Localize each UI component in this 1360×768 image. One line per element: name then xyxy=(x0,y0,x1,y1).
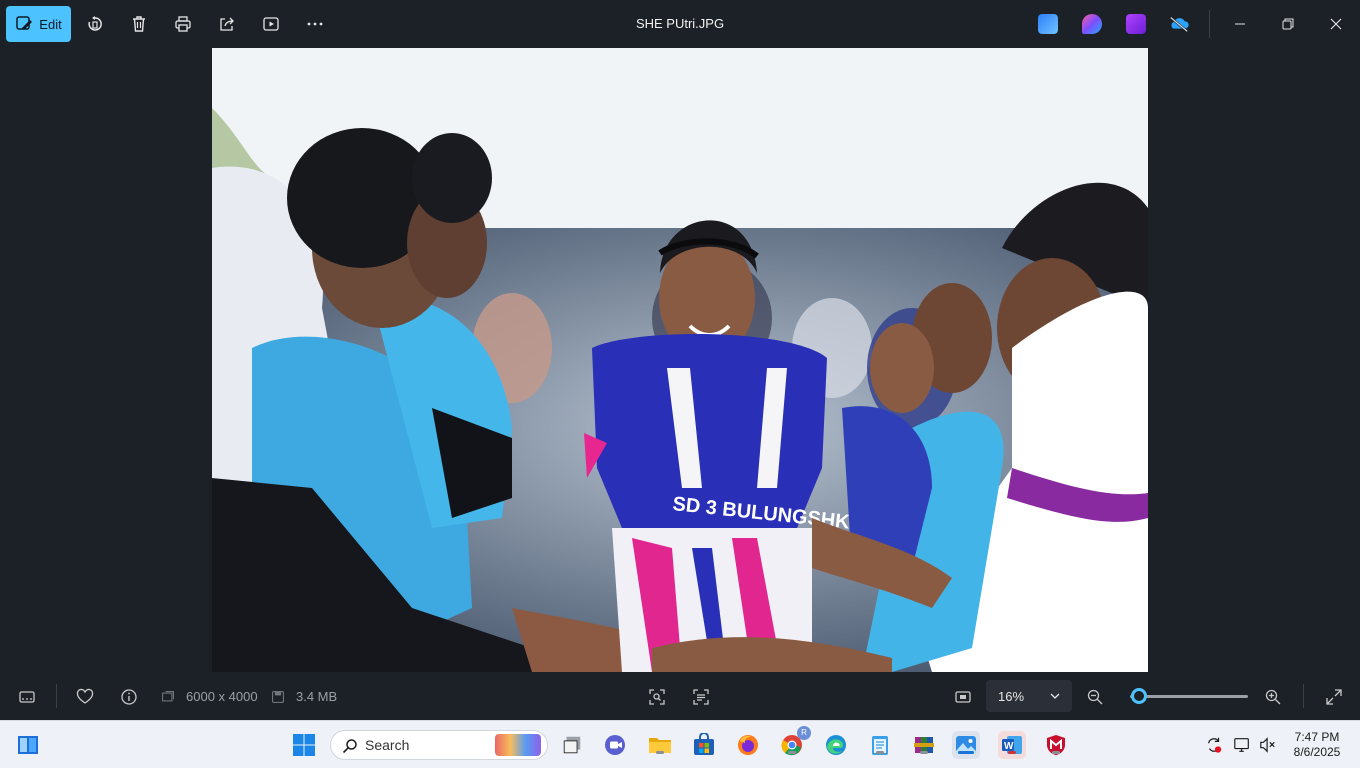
search-highlight-icon xyxy=(495,734,541,756)
zoom-slider-track[interactable] xyxy=(1130,695,1248,698)
fit-to-window-icon xyxy=(955,691,971,703)
zoom-in-button[interactable] xyxy=(1262,686,1284,708)
file-info-button[interactable] xyxy=(118,686,140,708)
photos-button[interactable] xyxy=(952,731,980,759)
search-placeholder: Search xyxy=(365,737,410,753)
image-canvas[interactable]: SD 3 BULUNGSHKRAN xyxy=(0,48,1360,672)
copilot-app-icon[interactable] xyxy=(1082,14,1102,34)
zoom-level-dropdown[interactable]: 16% xyxy=(986,680,1072,712)
filmstrip-button[interactable] xyxy=(16,686,38,708)
displayed-photo[interactable]: SD 3 BULUNGSHKRAN xyxy=(212,48,1148,672)
volume-muted-icon xyxy=(1260,737,1275,753)
dimensions-icon-wrap xyxy=(160,686,176,708)
volume-tray-button[interactable] xyxy=(1258,735,1278,755)
edge-button[interactable] xyxy=(822,731,850,759)
widgets-button[interactable] xyxy=(14,731,42,759)
favorite-button[interactable] xyxy=(74,686,96,708)
zoom-level-value: 16% xyxy=(998,688,1025,704)
taskbar: Search R W 7:47 PM 8/6/2025 xyxy=(0,720,1360,768)
maximize-button[interactable] xyxy=(1276,12,1300,36)
taskbar-search-input[interactable]: Search xyxy=(330,730,548,760)
clipchamp-app-icon[interactable] xyxy=(1126,14,1146,34)
windows-logo-icon xyxy=(293,734,315,756)
chrome-profile-badge: R xyxy=(797,726,811,740)
close-icon xyxy=(1330,18,1342,30)
photo-illustration: SD 3 BULUNGSHKRAN xyxy=(212,48,1148,672)
word-button[interactable]: W xyxy=(998,731,1026,759)
sync-tray-button[interactable] xyxy=(1204,735,1224,755)
filmstrip-icon xyxy=(19,691,35,703)
fullscreen-button[interactable] xyxy=(1323,686,1345,708)
filesize-icon-wrap xyxy=(270,686,286,708)
video-call-icon xyxy=(605,735,625,755)
attention-indicator xyxy=(1008,751,1016,754)
mcafee-button[interactable] xyxy=(1042,731,1070,759)
running-indicator xyxy=(920,751,928,754)
image-dimensions: 6000 x 4000 xyxy=(186,689,258,704)
chevron-down-icon xyxy=(1050,693,1060,699)
close-button[interactable] xyxy=(1324,12,1348,36)
notepad-button[interactable] xyxy=(866,731,894,759)
store-icon xyxy=(694,733,714,755)
edge-icon xyxy=(826,735,846,755)
clock-time: 7:47 PM xyxy=(1294,730,1340,744)
active-indicator xyxy=(958,751,974,754)
taskbar-clock[interactable]: 7:47 PM 8/6/2025 xyxy=(1286,730,1348,760)
expand-icon xyxy=(1326,689,1342,705)
status-divider xyxy=(56,684,57,708)
minimize-icon xyxy=(1235,23,1245,25)
running-indicator xyxy=(1052,751,1060,754)
title-bar: Edit SHE PUtri.JPG xyxy=(0,0,1360,48)
actual-size-button[interactable] xyxy=(952,686,974,708)
zoom-out-button[interactable] xyxy=(1084,686,1106,708)
onedrive-button[interactable] xyxy=(1167,12,1191,36)
restore-icon xyxy=(1282,18,1294,30)
designer-app-icon[interactable] xyxy=(1038,14,1058,34)
zoom-slider-thumb[interactable] xyxy=(1131,688,1148,704)
start-button[interactable] xyxy=(290,731,318,759)
monitor-icon xyxy=(1234,738,1249,752)
running-indicator xyxy=(876,751,884,754)
store-button[interactable] xyxy=(690,731,718,759)
save-disk-icon xyxy=(272,691,284,703)
status-divider-right xyxy=(1303,684,1304,708)
teams-meet-button[interactable] xyxy=(602,731,630,759)
visual-search-button[interactable] xyxy=(646,686,668,708)
search-icon xyxy=(342,739,357,754)
firefox-icon xyxy=(738,735,758,755)
widgets-icon xyxy=(18,736,38,754)
file-explorer-button[interactable] xyxy=(646,731,674,759)
file-size: 3.4 MB xyxy=(296,689,338,704)
display-tray-button[interactable] xyxy=(1232,735,1252,755)
copy-text-button[interactable] xyxy=(690,686,712,708)
info-icon xyxy=(121,689,137,705)
running-indicator xyxy=(656,751,664,754)
toolbar-divider xyxy=(1209,10,1210,38)
visual-search-icon xyxy=(649,689,665,705)
scan-text-icon xyxy=(693,689,709,705)
sync-alert-icon xyxy=(1207,737,1222,753)
winrar-button[interactable] xyxy=(910,731,938,759)
chrome-button[interactable]: R xyxy=(778,726,811,759)
image-size-icon xyxy=(162,691,174,702)
onedrive-offline-icon xyxy=(1170,16,1189,33)
heart-icon xyxy=(76,688,94,704)
firefox-button[interactable] xyxy=(734,731,762,759)
running-indicator xyxy=(788,751,796,754)
task-view-button[interactable] xyxy=(558,731,586,759)
zoom-in-icon xyxy=(1265,689,1281,705)
file-title: SHE PUtri.JPG xyxy=(635,16,725,31)
zoom-out-icon xyxy=(1087,689,1103,705)
minimize-button[interactable] xyxy=(1228,12,1252,36)
clock-date: 8/6/2025 xyxy=(1293,745,1341,759)
task-view-icon xyxy=(563,736,581,754)
status-bar: 6000 x 4000 3.4 MB 16% xyxy=(0,672,1360,720)
